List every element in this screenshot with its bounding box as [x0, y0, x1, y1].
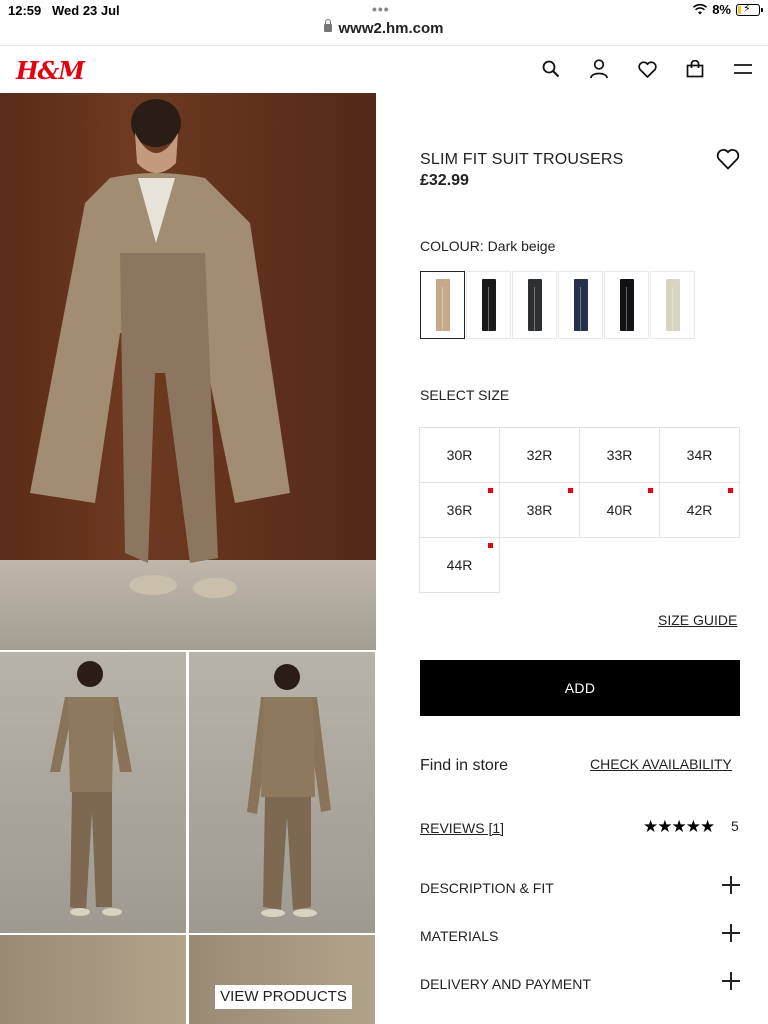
- accordion-label: MATERIALS: [420, 928, 499, 944]
- product-image-front[interactable]: [0, 652, 186, 933]
- size-option-label: 40R: [606, 502, 633, 518]
- site-header: H&M: [0, 46, 768, 92]
- reviews-link[interactable]: REVIEWS [1]: [420, 820, 504, 836]
- size-option-label: 38R: [526, 502, 553, 518]
- size-grid: 30R 32R 33R 34R 36R 38R 40R 42R 44R: [419, 427, 740, 593]
- product-image-detail-right[interactable]: [189, 935, 375, 1024]
- colour-swatch[interactable]: [512, 271, 557, 339]
- model-coat-figure: [30, 99, 290, 598]
- address-bar[interactable]: www2.hm.com: [0, 19, 768, 44]
- size-option-label: 32R: [526, 447, 553, 463]
- lock-icon: [324, 19, 333, 32]
- model-suit-front-figure: [50, 661, 132, 916]
- size-option-label: 33R: [606, 447, 633, 463]
- size-option[interactable]: 36R: [419, 482, 500, 538]
- header-icons: [540, 58, 754, 80]
- size-option[interactable]: 32R: [499, 427, 580, 483]
- colour-swatch[interactable]: [420, 271, 465, 339]
- colour-swatch[interactable]: [558, 271, 603, 339]
- product-image-detail-left[interactable]: [0, 935, 186, 1024]
- add-to-bag-button[interactable]: ADD: [420, 660, 740, 716]
- size-option-label: 30R: [446, 447, 473, 463]
- size-option-label: 44R: [446, 557, 473, 573]
- colour-swatch[interactable]: [466, 271, 511, 339]
- low-stock-indicator-icon: [488, 488, 493, 493]
- accordion-description-fit[interactable]: DESCRIPTION & FIT: [420, 876, 740, 900]
- menu-icon[interactable]: [732, 58, 754, 80]
- accordion-label: DESCRIPTION & FIT: [420, 880, 554, 896]
- colour-swatch[interactable]: [604, 271, 649, 339]
- trousers-thumbnail-icon: [573, 279, 588, 331]
- trousers-thumbnail-icon: [665, 279, 680, 331]
- size-option-label: 42R: [686, 502, 713, 518]
- plus-icon[interactable]: [722, 972, 740, 990]
- product-title: SLIM FIT SUIT TROUSERS: [420, 151, 624, 168]
- trousers-thumbnail-icon: [481, 279, 496, 331]
- size-guide-link[interactable]: SIZE GUIDE: [658, 612, 737, 628]
- status-right: 8% ⚡: [693, 2, 763, 17]
- select-size-label: SELECT SIZE: [420, 387, 510, 403]
- plus-icon[interactable]: [722, 924, 740, 942]
- account-icon[interactable]: [588, 58, 610, 80]
- low-stock-indicator-icon: [568, 488, 573, 493]
- trousers-thumbnail-icon: [527, 279, 542, 331]
- size-option[interactable]: 42R: [659, 482, 740, 538]
- status-time: 12:59: [8, 3, 42, 18]
- multitasking-dots-icon[interactable]: •••: [372, 1, 390, 17]
- url-text: www2.hm.com: [338, 20, 444, 37]
- search-icon[interactable]: [540, 58, 562, 80]
- product-price: £32.99: [420, 172, 469, 189]
- product-image-main[interactable]: [0, 93, 376, 650]
- favourites-icon[interactable]: [636, 58, 658, 80]
- size-option[interactable]: 34R: [659, 427, 740, 483]
- check-availability-link[interactable]: CHECK AVAILABILITY: [590, 756, 732, 772]
- wifi-icon: [693, 4, 708, 15]
- colour-swatch[interactable]: [650, 271, 695, 339]
- battery-percent: 8%: [712, 2, 731, 17]
- battery-charging-icon: ⚡: [736, 3, 763, 16]
- shopping-bag-icon[interactable]: [684, 58, 706, 80]
- size-option[interactable]: 40R: [579, 482, 660, 538]
- size-option-label: 36R: [446, 502, 473, 518]
- status-bar: 12:59 Wed 23 Jul ••• 8% ⚡: [0, 0, 768, 22]
- trousers-thumbnail-icon: [435, 279, 450, 331]
- product-gallery: VIEW PRODUCTS: [0, 93, 376, 1024]
- colour-swatches: [420, 271, 695, 339]
- low-stock-indicator-icon: [728, 488, 733, 493]
- status-date: Wed 23 Jul: [52, 3, 120, 18]
- size-option[interactable]: 44R: [419, 537, 500, 593]
- low-stock-indicator-icon: [648, 488, 653, 493]
- accordion-delivery-payment[interactable]: DELIVERY AND PAYMENT: [420, 972, 740, 996]
- size-option[interactable]: 33R: [579, 427, 660, 483]
- model-suit-back-figure: [247, 664, 331, 917]
- low-stock-indicator-icon: [488, 543, 493, 548]
- plus-icon[interactable]: [722, 876, 740, 894]
- size-option-label: 34R: [686, 447, 713, 463]
- size-option[interactable]: 38R: [499, 482, 580, 538]
- product-image-back[interactable]: [189, 652, 375, 933]
- find-in-store-label: Find in store: [420, 757, 509, 774]
- accordion-label: DELIVERY AND PAYMENT: [420, 976, 591, 992]
- rating-value: 5: [731, 818, 739, 834]
- trousers-thumbnail-icon: [619, 279, 634, 331]
- hm-logo[interactable]: H&M: [16, 56, 85, 85]
- add-to-favourites-heart-icon[interactable]: [716, 148, 740, 170]
- view-products-button[interactable]: VIEW PRODUCTS: [215, 985, 352, 1009]
- star-rating-icon: ★★★★★: [643, 817, 715, 836]
- size-option[interactable]: 30R: [419, 427, 500, 483]
- colour-label: COLOUR: Dark beige: [420, 238, 556, 254]
- accordion-materials[interactable]: MATERIALS: [420, 924, 740, 948]
